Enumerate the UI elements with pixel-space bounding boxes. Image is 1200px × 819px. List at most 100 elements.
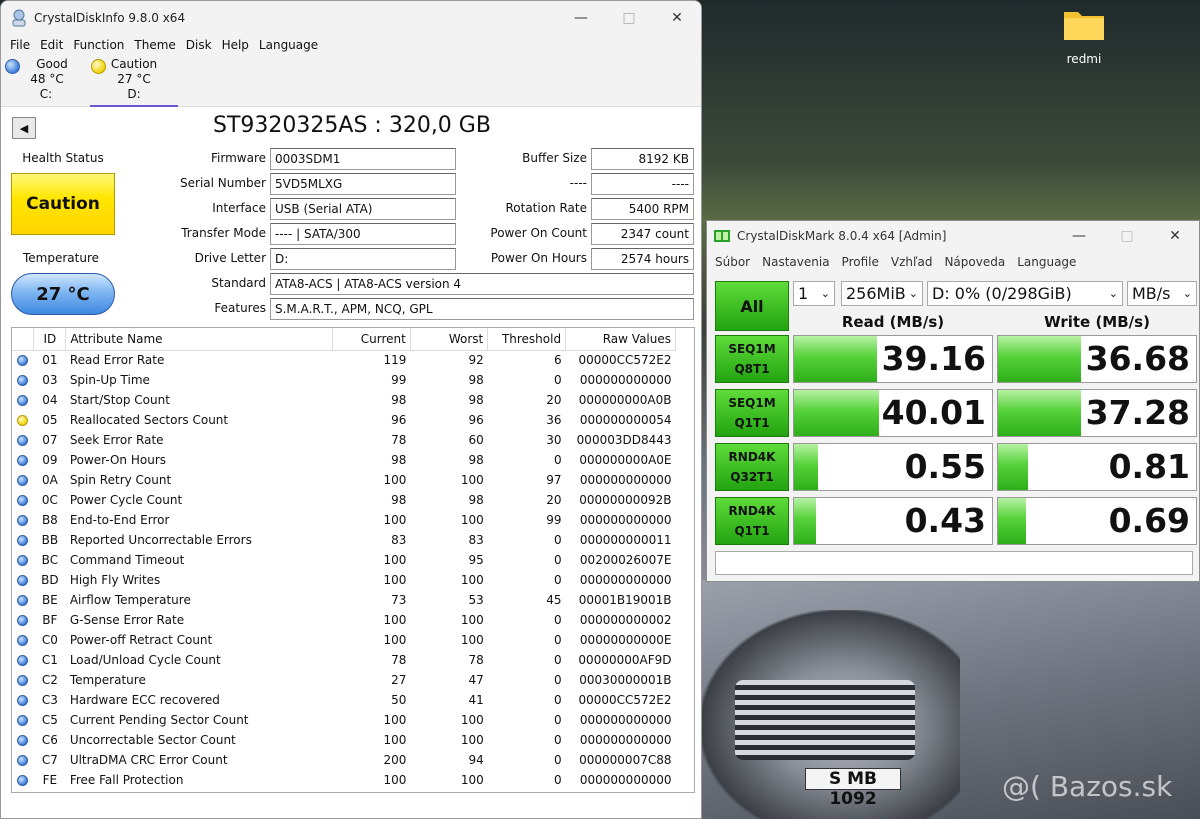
drive-letter-label: Drive Letter bbox=[194, 251, 266, 265]
menu-language[interactable]: Language bbox=[254, 38, 323, 52]
minimize-button[interactable]: — bbox=[557, 1, 605, 35]
menu-edit[interactable]: Edit bbox=[35, 38, 68, 52]
smart-row[interactable]: 0A Spin Retry Count 100 100 97 000000000000 bbox=[12, 470, 676, 490]
read-result-cell: 0.55 bbox=[793, 443, 993, 491]
id-column-header[interactable]: ID bbox=[33, 328, 67, 351]
threshold-value: 0 bbox=[553, 653, 562, 667]
threshold-value: 0 bbox=[553, 373, 562, 387]
smart-row[interactable]: BB Reported Uncorrectable Errors 83 83 0 0000… bbox=[12, 530, 676, 550]
power-on-count-value: 2347 count bbox=[591, 223, 694, 245]
target-drive-select[interactable]: D: 0% (0/298GiB) ⌄ bbox=[927, 281, 1123, 306]
smart-row[interactable]: C0 Power-off Retract Count 100 100 0 00000000… bbox=[12, 630, 676, 650]
smart-row[interactable]: BE Airflow Temperature 73 53 45 00001B19001B bbox=[12, 590, 676, 610]
run-all-button[interactable]: All bbox=[715, 281, 789, 331]
smart-attributes-table-container[interactable]: ID Attribute Name Current Worst Threshol… bbox=[11, 327, 695, 793]
raw-value: 000000000A0E bbox=[579, 453, 672, 467]
crystaldiskmark-app-icon bbox=[714, 230, 730, 242]
serial-number-value: 5VD5MLXG bbox=[270, 173, 456, 195]
test-size-select[interactable]: 256MiB ⌄ bbox=[841, 281, 923, 306]
test-count-select[interactable]: 1 ⌄ bbox=[793, 281, 835, 306]
unit-select[interactable]: MB/s ⌄ bbox=[1127, 281, 1197, 306]
current-column-header[interactable]: Current bbox=[332, 328, 411, 351]
attribute-id: 04 bbox=[42, 393, 58, 407]
cdm-menu-nastavenia[interactable]: Nastavenia bbox=[756, 255, 835, 269]
raw-value: 000000000A0B bbox=[578, 393, 672, 407]
test-seq1m-q8t1-button[interactable]: SEQ1M Q8T1 bbox=[715, 335, 789, 383]
raw-value: 00001B19001B bbox=[578, 593, 672, 607]
current-value: 100 bbox=[383, 713, 407, 727]
cdm-menu-subor[interactable]: Súbor bbox=[709, 255, 756, 269]
good-status-icon bbox=[17, 695, 29, 706]
smart-row[interactable]: C1 Load/Unload Cycle Count 78 78 0 00000000AF… bbox=[12, 650, 676, 670]
menu-theme[interactable]: Theme bbox=[129, 38, 180, 52]
raw-values-column-header[interactable]: Raw Values bbox=[565, 328, 676, 351]
drive-tab-d[interactable]: Caution 27 °C D: bbox=[90, 57, 178, 107]
smart-row[interactable]: 0C Power Cycle Count 98 98 20 00000000092B bbox=[12, 490, 676, 510]
worst-value: 100 bbox=[460, 733, 484, 747]
smart-row[interactable]: BD High Fly Writes 100 100 0 000000000000 bbox=[12, 570, 676, 590]
threshold-value: 6 bbox=[553, 353, 562, 368]
menu-disk[interactable]: Disk bbox=[181, 38, 217, 52]
test-rnd4k-q1t1-button[interactable]: RND4K Q1T1 bbox=[715, 497, 789, 545]
menu-file[interactable]: File bbox=[5, 38, 35, 52]
cdm-maximize-button[interactable]: □ bbox=[1103, 221, 1151, 251]
attribute-id: BB bbox=[41, 533, 59, 547]
desktop-folder-label[interactable]: redmi bbox=[1050, 52, 1118, 66]
close-button[interactable]: ✕ bbox=[653, 1, 701, 35]
worst-value: 53 bbox=[468, 593, 484, 607]
smart-row[interactable]: 01 Read Error Rate 119 92 6 00000CC572E2 bbox=[12, 350, 676, 370]
current-value: 99 bbox=[391, 373, 407, 387]
test-rnd4k-q32t1-button[interactable]: RND4K Q32T1 bbox=[715, 443, 789, 491]
smart-row[interactable]: 03 Spin-Up Time 99 98 0 000000000000 bbox=[12, 370, 676, 390]
worst-value: 94 bbox=[468, 753, 484, 767]
attribute-name: Start/Stop Count bbox=[69, 393, 170, 407]
smart-row[interactable]: C6 Uncorrectable Sector Count 100 100 0 00000… bbox=[12, 730, 676, 750]
smart-row[interactable]: C3 Hardware ECC recovered 50 41 0 00000CC572E… bbox=[12, 690, 676, 710]
transfer-mode-label: Transfer Mode bbox=[181, 226, 266, 240]
smart-row[interactable]: C5 Current Pending Sector Count 100 100 0 000… bbox=[12, 710, 676, 730]
menu-function[interactable]: Function bbox=[68, 38, 129, 52]
status-cell bbox=[12, 710, 34, 730]
smart-row[interactable]: 04 Start/Stop Count 98 98 20 000000000A0B bbox=[12, 390, 676, 410]
smart-row[interactable]: B8 End-to-End Error 100 100 99 000000000000 bbox=[12, 510, 676, 530]
cdm-menu-vzhlad[interactable]: Vzhľad bbox=[885, 255, 939, 269]
write-speed-bar bbox=[998, 444, 1028, 490]
write-speed-value: 36.68 bbox=[1085, 339, 1190, 378]
smart-row[interactable]: C2 Temperature 27 47 0 00030000001B bbox=[12, 670, 676, 690]
read-result-cell: 40.01 bbox=[793, 389, 993, 437]
maximize-button[interactable]: □ bbox=[605, 1, 653, 35]
standard-value: ATA8-ACS | ATA8-ACS version 4 bbox=[270, 273, 694, 295]
smart-row[interactable]: FE Free Fall Protection 100 100 0 00000000000… bbox=[12, 770, 676, 790]
threshold-value: 0 bbox=[553, 733, 562, 747]
cdi-titlebar[interactable]: CrystalDiskInfo 9.8.0 x64 — □ ✕ bbox=[1, 1, 701, 35]
attribute-id: C3 bbox=[41, 693, 58, 707]
blank-label: ---- bbox=[569, 176, 587, 190]
cdm-minimize-button[interactable]: — bbox=[1055, 221, 1103, 251]
cdm-titlebar[interactable]: CrystalDiskMark 8.0.4 x64 [Admin] — □ ✕ bbox=[707, 221, 1199, 251]
threshold-column-header[interactable]: Threshold bbox=[487, 328, 567, 351]
test-seq1m-q1t1-button[interactable]: SEQ1M Q1T1 bbox=[715, 389, 789, 437]
smart-row[interactable]: 09 Power-On Hours 98 98 0 000000000A0E bbox=[12, 450, 676, 470]
status-cell bbox=[12, 490, 34, 510]
smart-row[interactable]: 05 Reallocated Sectors Count 96 96 36 0000000… bbox=[12, 410, 676, 430]
smart-row[interactable]: BC Command Timeout 100 95 0 00200026007E bbox=[12, 550, 676, 570]
threshold-value: 0 bbox=[553, 553, 562, 567]
worst-value: 96 bbox=[468, 413, 484, 427]
cdm-menu-language[interactable]: Language bbox=[1011, 255, 1082, 269]
smart-row[interactable]: BF G-Sense Error Rate 100 100 0 000000000002 bbox=[12, 610, 676, 630]
good-status-icon bbox=[17, 355, 29, 367]
smart-row[interactable]: 07 Seek Error Rate 78 60 30 000003DD8443 bbox=[12, 430, 676, 450]
health-status-button[interactable]: Caution bbox=[11, 173, 115, 235]
cdm-close-button[interactable]: ✕ bbox=[1151, 221, 1199, 251]
cdm-menu-profile[interactable]: Profile bbox=[836, 255, 885, 269]
rotation-rate-value: 5400 RPM bbox=[591, 198, 694, 220]
menu-help[interactable]: Help bbox=[217, 38, 254, 52]
worst-column-header[interactable]: Worst bbox=[410, 328, 489, 351]
smart-row[interactable]: C7 UltraDMA CRC Error Count 200 94 0 00000000… bbox=[12, 750, 676, 770]
drive-tab-c[interactable]: Good 48 °C C: bbox=[3, 57, 89, 105]
folder-icon[interactable] bbox=[1062, 6, 1106, 42]
attribute-name-column-header[interactable]: Attribute Name bbox=[65, 328, 334, 351]
cdm-menu-napoveda[interactable]: Nápoveda bbox=[938, 255, 1011, 269]
smart-attributes-table: ID Attribute Name Current Worst Threshol… bbox=[12, 328, 676, 790]
good-status-icon bbox=[17, 635, 29, 646]
